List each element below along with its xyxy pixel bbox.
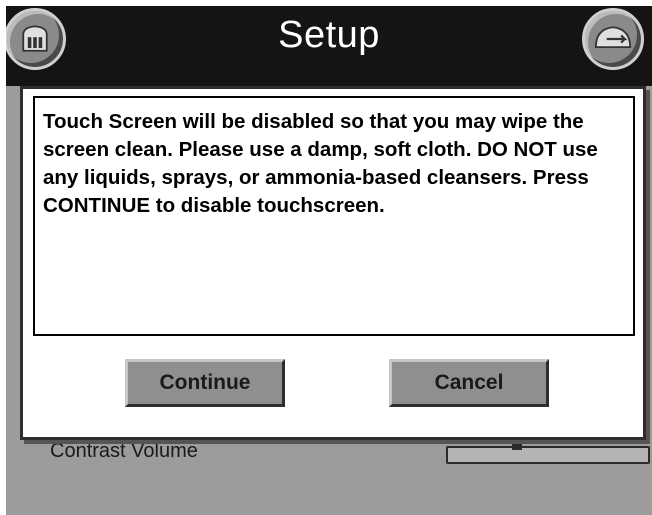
continue-button[interactable]: Continue [125, 359, 285, 407]
slider-knob[interactable] [512, 442, 522, 450]
page-title: Setup [278, 14, 380, 56]
back-button[interactable] [582, 8, 644, 70]
device-screen: Setup Contrast Volume Touch Screen will … [6, 6, 652, 515]
dialog-message: Touch Screen will be disabled so that yo… [33, 96, 635, 336]
cancel-button[interactable]: Cancel [389, 359, 549, 407]
clean-screen-dialog: Touch Screen will be disabled so that yo… [20, 86, 646, 440]
contrast-volume-slider[interactable] [446, 442, 650, 464]
contrast-volume-label: Contrast Volume [50, 440, 198, 462]
back-icon [594, 26, 632, 49]
title-bar: Setup [6, 6, 652, 86]
